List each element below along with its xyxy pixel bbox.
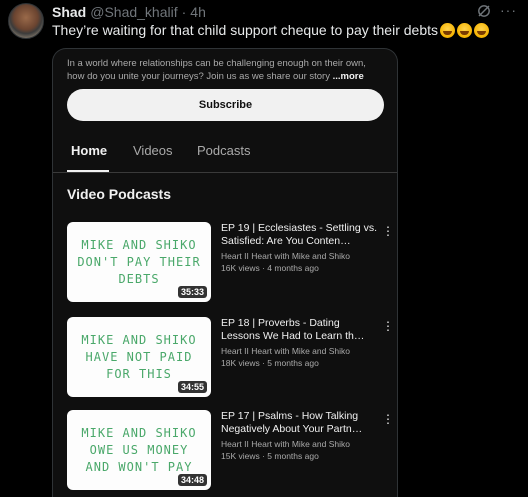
tweet-header: Shad @Shad_khalif · 4h	[52, 3, 206, 21]
video-thumbnail[interactable]: MIKE AND SHIKO HAVE NOT PAID FOR THIS 34…	[67, 317, 211, 397]
duration-badge: 35:33	[177, 286, 207, 298]
video-title[interactable]: EP 17 | Psalms - How Talking Negatively …	[221, 410, 379, 436]
separator: ·	[181, 4, 187, 20]
video-meta: 15K views · 5 months ago	[221, 451, 319, 461]
kebab-menu-icon[interactable]: ⋮	[382, 412, 394, 426]
video-title[interactable]: EP 19 | Ecclesiastes - Settling vs. Sati…	[221, 222, 379, 248]
avatar[interactable]	[8, 3, 44, 39]
channel-tabs: Home Videos Podcasts	[53, 137, 397, 173]
more-icon[interactable]: ···	[500, 2, 518, 18]
tab-podcasts[interactable]: Podcasts	[197, 143, 250, 158]
duration-badge: 34:55	[177, 381, 207, 393]
timestamp[interactable]: 4h	[190, 4, 206, 20]
tab-home[interactable]: Home	[71, 143, 107, 158]
rofl-emoji	[457, 22, 472, 38]
video-title[interactable]: EP 18 | Proverbs - Dating Lessons We Had…	[221, 317, 379, 343]
video-thumbnail[interactable]: MIKE AND SHIKO DON'T PAY THEIR DEBTS 35:…	[67, 222, 211, 302]
subscribe-button[interactable]: Subscribe	[67, 89, 384, 121]
tab-videos[interactable]: Videos	[133, 143, 173, 158]
tweet-text: They’re waiting for that child support c…	[52, 22, 489, 38]
channel-description: In a world where relationships can be ch…	[67, 57, 385, 83]
description-more-link[interactable]: ...more	[333, 71, 364, 82]
thumbnail-text: MIKE AND SHIKO OWE US MONEY AND WON'T PA…	[81, 425, 197, 474]
duration-badge: 34:48	[177, 474, 207, 486]
user-handle[interactable]: @Shad_khalif	[90, 4, 177, 20]
video-meta: 18K views · 5 months ago	[221, 358, 319, 368]
kebab-menu-icon[interactable]: ⋮	[382, 319, 394, 333]
thumbnail-text: MIKE AND SHIKO DON'T PAY THEIR DEBTS	[77, 237, 201, 286]
grok-icon[interactable]	[477, 4, 491, 18]
attached-screenshot[interactable]: In a world where relationships can be ch…	[52, 48, 398, 497]
thumbnail-text: MIKE AND SHIKO HAVE NOT PAID FOR THIS	[81, 332, 197, 381]
display-name[interactable]: Shad	[52, 4, 86, 20]
video-meta: 16K views · 4 months ago	[221, 263, 319, 273]
video-channel[interactable]: Heart II Heart with Mike and Shiko	[221, 251, 350, 261]
rofl-emoji	[440, 22, 455, 38]
active-tab-indicator	[67, 170, 109, 172]
video-item[interactable]: MIKE AND SHIKO HAVE NOT PAID FOR THIS 34…	[53, 317, 397, 399]
tweet-body: They’re waiting for that child support c…	[52, 22, 438, 38]
video-item[interactable]: MIKE AND SHIKO OWE US MONEY AND WON'T PA…	[53, 410, 397, 492]
description-text: In a world where relationships can be ch…	[67, 58, 366, 82]
video-channel[interactable]: Heart II Heart with Mike and Shiko	[221, 439, 350, 449]
kebab-menu-icon[interactable]: ⋮	[382, 224, 394, 238]
video-channel[interactable]: Heart II Heart with Mike and Shiko	[221, 346, 350, 356]
rofl-emoji	[474, 22, 489, 38]
video-thumbnail[interactable]: MIKE AND SHIKO OWE US MONEY AND WON'T PA…	[67, 410, 211, 490]
video-item[interactable]: MIKE AND SHIKO DON'T PAY THEIR DEBTS 35:…	[53, 222, 397, 304]
section-title: Video Podcasts	[67, 186, 172, 202]
